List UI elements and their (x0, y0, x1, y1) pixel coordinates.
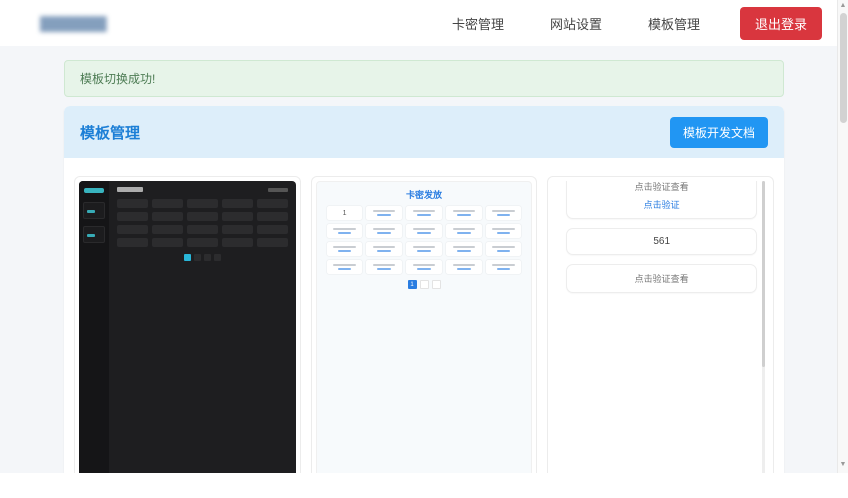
preview-grid-cell (151, 225, 183, 234)
preview-grid-cell (117, 199, 148, 208)
top-navbar: ████████ 卡密管理 网站设置 模板管理 退出登录 (0, 0, 848, 46)
preview-grid-cell (326, 260, 363, 274)
preview-grid-cell (151, 238, 183, 247)
preview-verify-box: 点击验证查看 (566, 264, 758, 293)
preview-grid-cell (406, 260, 442, 274)
preview-title: 卡密发放 (406, 190, 443, 200)
main-content: 模板切换成功! 模板管理 模板开发文档 卡密发放 1 1 点击验证查看 点击验证… (0, 46, 848, 473)
card-thumbnail-dark-dashboard (79, 181, 296, 473)
preview-pagination: 1 (327, 280, 522, 289)
preview-grid-cell (221, 199, 253, 208)
preview-verify-text: 点击验证查看 (634, 182, 689, 192)
preview-grid-cell (445, 242, 482, 256)
preview-verify-text: 点击验证查看 (634, 274, 689, 284)
template-card-list: 现代风格模板 响应式设计，支持PC和移动端，提供现代化的用户界面 版本: 1.0… (64, 158, 784, 473)
preview-title-bar (117, 187, 143, 192)
template-card-default: 卡密发放 1 1 默认模板-这个模板有问题，自行开发吧 简洁大方的默认模板，适合… (310, 176, 538, 473)
preview-grid-cell (186, 238, 218, 247)
page: ████████ 卡密管理 网站设置 模板管理 退出登录 模板切换成功! 模板管… (0, 0, 848, 498)
preview-grid-cell (366, 242, 403, 256)
preview-grid-cell (485, 224, 522, 238)
nav-item-site-settings[interactable]: 网站设置 (550, 14, 602, 33)
preview-grid-cell (186, 212, 218, 221)
preview-grid-cell (256, 212, 288, 221)
preview-grid-cell (256, 238, 288, 247)
preview-grid-cell (326, 224, 363, 238)
preview-page-active: 1 (407, 280, 417, 289)
preview-code-box: 561 (566, 228, 758, 255)
template-card-mobile: 点击验证查看 点击验证 561 点击验证查看 移动端专用模板 专为移 (547, 176, 775, 473)
preview-card-grid: 1 (326, 206, 522, 274)
preview-stat-box (83, 226, 105, 243)
preview-stat-box (83, 202, 105, 219)
preview-grid-cell (485, 260, 522, 274)
preview-verify-link: 点击验证 (643, 200, 680, 210)
preview-grid-cell (151, 212, 183, 221)
preview-grid-cell (485, 242, 522, 256)
preview-grid-cell (117, 225, 148, 234)
page-title: 模板管理 (80, 124, 141, 142)
preview-grid-cell (406, 206, 442, 220)
preview-code-value: 561 (653, 236, 671, 247)
nav-item-card-key-management[interactable]: 卡密管理 (452, 14, 504, 33)
scroll-down-arrow-icon[interactable]: ▼ (838, 459, 848, 471)
preview-page-active (183, 254, 191, 261)
preview-grid-cell (221, 225, 253, 234)
preview-page (419, 280, 429, 289)
preview-pagination (117, 254, 288, 261)
preview-meta-bar (267, 187, 288, 192)
preview-grid-cell (186, 199, 218, 208)
preview-grid-cell (221, 238, 253, 247)
preview-scrollbar (762, 181, 766, 473)
template-docs-button[interactable]: 模板开发文档 (669, 116, 768, 148)
preview-page (431, 280, 441, 289)
preview-grid-cell (366, 224, 403, 238)
preview-button-grid (117, 199, 288, 247)
preview-page (203, 254, 211, 261)
preview-logo-bar (84, 188, 104, 193)
nav-menu: 卡密管理 网站设置 模板管理 (452, 14, 700, 33)
preview-main (109, 181, 296, 473)
preview-grid-cell (445, 224, 482, 238)
logout-button[interactable]: 退出登录 (739, 6, 822, 40)
preview-grid-cell (445, 260, 482, 274)
preview-grid-cell-number: 1 (326, 206, 363, 220)
card-thumbnail-light-grid: 卡密发放 1 1 (315, 181, 533, 473)
preview-grid-cell (406, 224, 442, 238)
preview-grid-cell (366, 206, 403, 220)
preview-grid-cell (221, 212, 253, 221)
template-panel: 模板管理 模板开发文档 卡密发放 1 1 点击验证查看 点击验证 561 点击验… (64, 106, 784, 473)
preview-verify-box: 点击验证查看 点击验证 (566, 181, 758, 219)
preview-grid-cell (445, 206, 482, 220)
scrollbar-thumb[interactable] (839, 13, 847, 123)
preview-grid-cell (256, 225, 288, 234)
nav-item-template-management[interactable]: 模板管理 (648, 14, 700, 33)
preview-grid-cell (366, 260, 403, 274)
preview-grid-cell (256, 199, 288, 208)
preview-page (193, 254, 201, 261)
preview-grid-cell (186, 225, 218, 234)
preview-grid-cell (117, 238, 148, 247)
template-card-modern: 现代风格模板 响应式设计，支持PC和移动端，提供现代化的用户界面 版本: 1.0… (74, 176, 301, 473)
preview-header (117, 187, 288, 192)
window-scrollbar[interactable]: ▲ ▼ (837, 0, 848, 473)
preview-grid-cell (485, 206, 522, 220)
preview-page (213, 254, 221, 261)
preview-grid-cell (117, 212, 148, 221)
preview-grid-cell (406, 242, 442, 256)
scroll-up-arrow-icon[interactable]: ▲ (838, 0, 848, 12)
card-thumbnail-mobile-verify: 点击验证查看 点击验证 561 点击验证查看 (552, 181, 770, 473)
site-logo[interactable]: ████████ (40, 16, 107, 31)
success-alert: 模板切换成功! (64, 60, 784, 97)
preview-grid-cell (326, 242, 363, 256)
preview-sidebar (79, 181, 109, 473)
panel-header: 模板管理 模板开发文档 (64, 106, 784, 158)
preview-grid-cell (151, 199, 183, 208)
